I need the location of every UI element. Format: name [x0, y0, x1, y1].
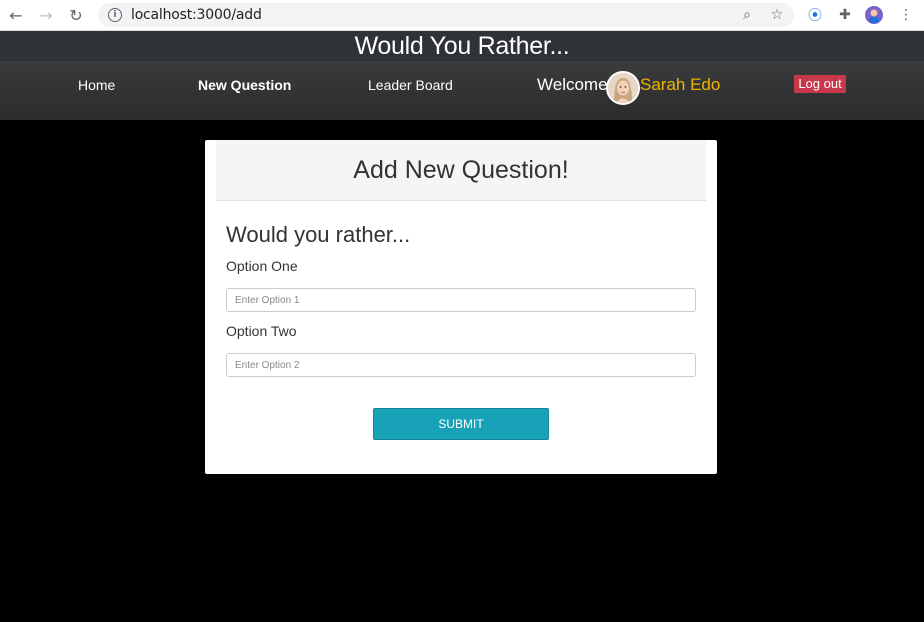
submit-button[interactable]: SUBMIT — [373, 408, 549, 440]
reload-icon[interactable]: ↻ — [65, 4, 87, 26]
kebab-menu-icon[interactable]: ⋮ — [896, 4, 916, 26]
option-two-label: Option Two — [226, 323, 297, 339]
screencast-extension-icon[interactable]: ⦿ — [805, 4, 825, 26]
card-title: Add New Question! — [353, 155, 569, 184]
main-navbar: Home New Question Leader Board Welcome S… — [0, 61, 924, 120]
bookmark-star-icon[interactable]: ☆ — [767, 4, 787, 26]
app-header: Would You Rather... — [0, 31, 924, 61]
address-url[interactable]: localhost:3000/add — [131, 7, 262, 23]
question-prompt: Would you rather... — [226, 222, 411, 247]
extensions-puzzle-icon[interactable]: ✚ — [835, 4, 855, 26]
nav-home-link[interactable]: Home — [78, 77, 115, 93]
new-question-card: Add New Question! Would you rather... Op… — [205, 140, 717, 474]
nav-leader-board-link[interactable]: Leader Board — [368, 77, 453, 93]
profile-avatar-icon[interactable] — [864, 4, 884, 26]
address-bar[interactable]: i localhost:3000/add — [98, 3, 794, 27]
user-avatar — [606, 71, 640, 105]
site-info-icon[interactable]: i — [108, 8, 122, 22]
option-one-input[interactable] — [226, 288, 696, 312]
user-name: Sarah Edo — [640, 75, 721, 94]
option-two-input[interactable] — [226, 353, 696, 377]
back-arrow-icon[interactable]: ← — [5, 4, 27, 26]
welcome-text: Welcome — [537, 75, 608, 94]
logout-button[interactable]: Log out — [794, 75, 846, 93]
forward-arrow-icon[interactable]: → — [35, 4, 57, 26]
card-header: Add New Question! — [216, 140, 706, 201]
nav-new-question-link[interactable]: New Question — [198, 77, 291, 93]
zoom-icon[interactable]: ⌕ — [737, 4, 757, 26]
browser-toolbar: ← → ↻ i localhost:3000/add ⌕ ☆ ⦿ ✚ ⋮ — [0, 0, 924, 31]
app-title: Would You Rather... — [354, 31, 570, 60]
option-one-label: Option One — [226, 258, 298, 274]
